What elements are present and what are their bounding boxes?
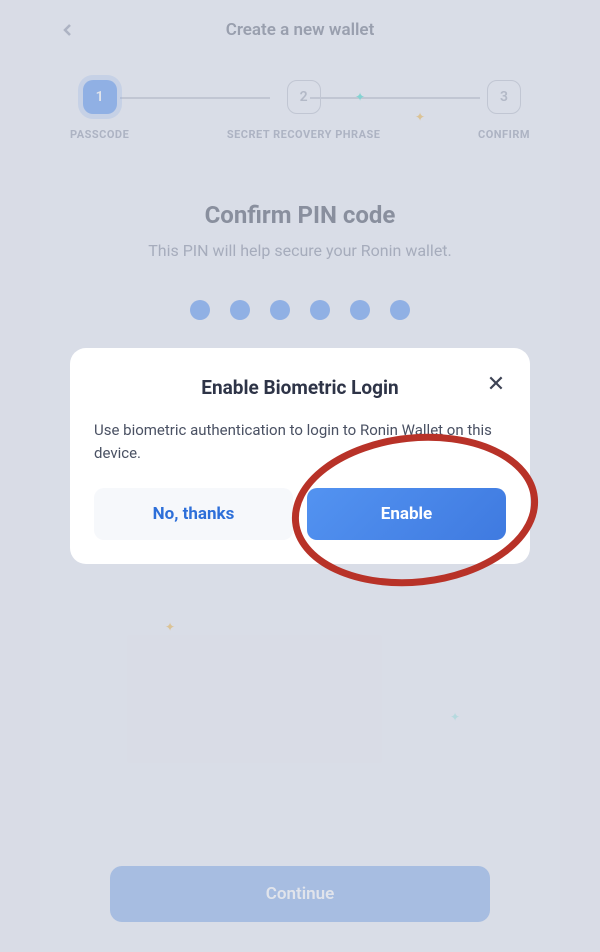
modal-header: Enable Biometric Login ✕ [94,376,506,399]
modal-description: Use biometric authentication to login to… [94,419,506,464]
modal-title: Enable Biometric Login [201,376,398,399]
modal-actions: No, thanks Enable [94,488,506,540]
decline-button[interactable]: No, thanks [94,488,293,540]
close-button[interactable]: ✕ [482,370,510,398]
enable-button[interactable]: Enable [307,488,506,540]
close-icon: ✕ [487,372,505,397]
biometric-modal: Enable Biometric Login ✕ Use biometric a… [70,348,530,564]
